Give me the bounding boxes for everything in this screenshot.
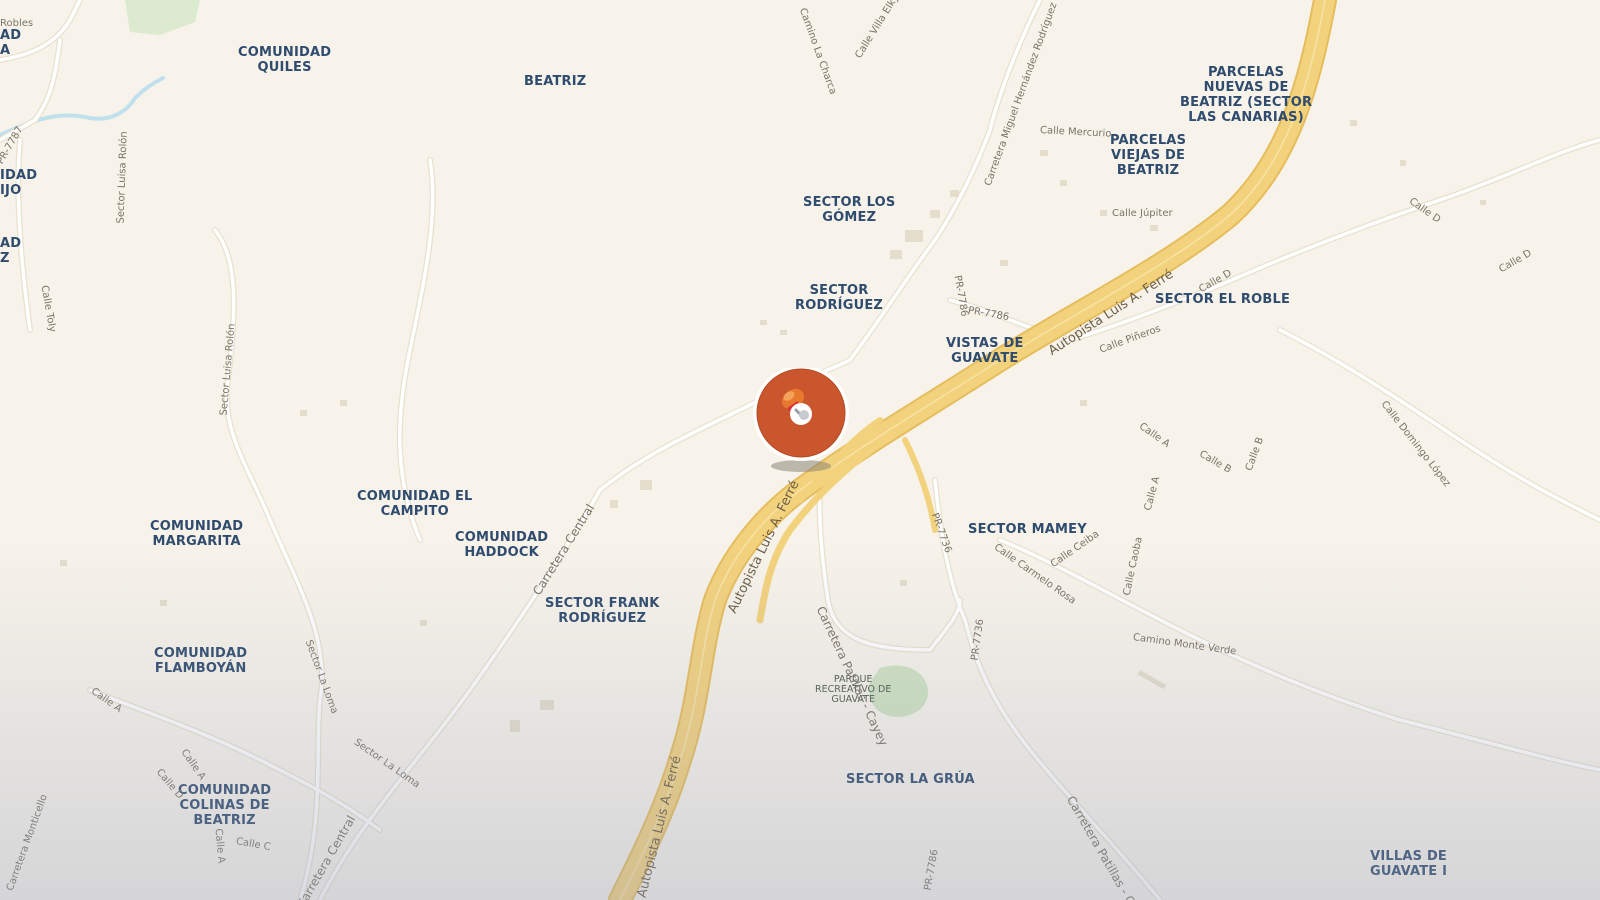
place-vistas-de-guavate: VISTAS DE GUAVATE — [946, 336, 1024, 366]
place-comunidad-haddock: COMUNIDAD HADDOCK — [455, 530, 549, 560]
place-comunidad-flamboyan: COMUNIDAD FLAMBOYÁN — [154, 646, 248, 676]
place-sector-frank-rodriguez: SECTOR FRANK RODRÍGUEZ — [545, 596, 660, 626]
place-clipped-left-3: AD Z — [0, 236, 22, 266]
park-area — [125, 0, 200, 35]
place-sector-los-gomez: SECTOR LOS GÓMEZ — [803, 195, 896, 225]
place-clipped-left-2: IDAD IJO — [0, 168, 38, 198]
street-label: Calle Júpiter — [1112, 208, 1173, 219]
highway-autopista — [608, 0, 1337, 900]
map-canvas[interactable]: COMUNIDAD QUILES BEATRIZ PARCELAS NUEVAS… — [0, 0, 1600, 900]
place-comunidad-colinas-de-beatriz: COMUNIDAD COLINAS DE BEATRIZ — [178, 783, 272, 828]
place-comunidad-quiles: COMUNIDAD QUILES — [238, 45, 332, 75]
place-sector-rodriguez: SECTOR RODRÍGUEZ — [795, 283, 884, 313]
place-comunidad-margarita: COMUNIDAD MARGARITA — [150, 519, 244, 549]
place-villas-de-guavate: VILLAS DE GUAVATE I — [1370, 849, 1448, 879]
location-pin-icon — [753, 365, 849, 472]
place-clipped-left-1: AD A — [0, 28, 22, 58]
place-sector-la-grua: SECTOR LA GRÚA — [846, 772, 975, 787]
location-pin-marker[interactable] — [752, 365, 850, 478]
place-parcelas-nuevas-de-beatriz: PARCELAS NUEVAS DE BEATRIZ (SECTOR LAS C… — [1180, 65, 1313, 125]
place-beatriz: BEATRIZ — [524, 74, 587, 89]
place-sector-mamey: SECTOR MAMEY — [968, 522, 1087, 537]
street-label: Robles — [0, 18, 34, 29]
place-sector-el-roble: SECTOR EL ROBLE — [1155, 292, 1291, 307]
place-comunidad-el-campito: COMUNIDAD EL CAMPITO — [357, 489, 473, 519]
place-parcelas-viejas-de-beatriz: PARCELAS VIEJAS DE BEATRIZ — [1110, 133, 1187, 178]
